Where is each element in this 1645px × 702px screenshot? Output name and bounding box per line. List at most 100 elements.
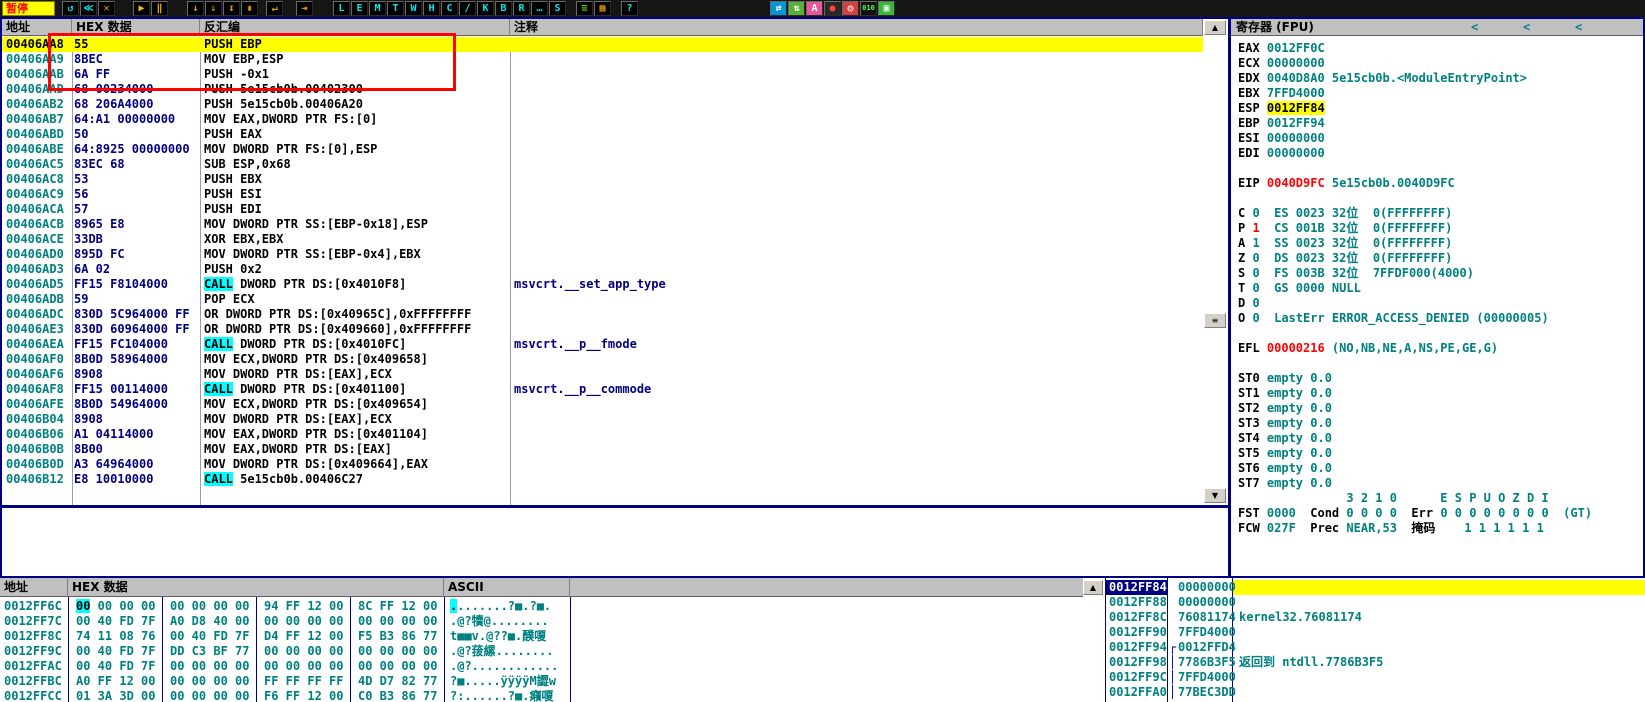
register-line[interactable]: ST3 empty 0.0 (1238, 416, 1332, 431)
memory-grid-icon[interactable]: ▦ (594, 1, 611, 16)
register-line[interactable]: ST6 empty 0.0 (1238, 461, 1332, 476)
register-line[interactable]: EIP 0040D9FC 5e15cb0b.0040D9FC (1238, 176, 1455, 191)
disasm-row[interactable]: 00406ACB 8965 E8 MOV DWORD PTR SS:[EBP-0x1… (2, 217, 1203, 232)
disasm-row[interactable]: 00406ACE 33DB XOR EBX,EBX (2, 232, 1203, 247)
register-line[interactable]: FCW 027F Prec NEAR,53 掩码 1 1 1 1 1 1 (1238, 521, 1544, 536)
disasm-row[interactable]: 00406ADC 830D 5C964000 FF OR DWORD PTR DS:… (2, 307, 1203, 322)
register-line[interactable]: P 1 CS 001B 32位 0(FFFFFFFF) (1238, 221, 1452, 236)
dump-row[interactable]: 0012FFAC 00 40 FD 7F 00 00 00 00 00 00 00 0… (0, 659, 1083, 674)
stack-row[interactable]: 0012FFA0 │ 77BEC3DD (1105, 685, 1645, 700)
help-icon[interactable]: ? (621, 1, 638, 16)
disasm-row[interactable]: 00406B04 8908 MOV DWORD PTR DS:[EAX],ECX (2, 412, 1203, 427)
register-line[interactable]: ESI 00000000 (1238, 131, 1325, 146)
collapse-arrow-icon[interactable]: < (1575, 20, 1582, 35)
source-window-icon[interactable]: S (549, 1, 566, 16)
pause-icon[interactable]: ‖ (151, 1, 168, 16)
disasm-row[interactable]: 00406B0D A3 64964000 MOV DWORD PTR DS:[0x4… (2, 457, 1203, 472)
register-line[interactable]: S 0 FS 003B 32位 7FFDF000(4000) (1238, 266, 1474, 281)
run-icon[interactable]: ▶ (133, 1, 150, 16)
run-trace-window-icon[interactable]: … (531, 1, 548, 16)
exec-till-return-icon[interactable]: ↵ (266, 1, 283, 16)
stack-row[interactable]: 0012FF88 00000000 (1105, 595, 1645, 610)
window-icon[interactable]: ▣ (878, 1, 895, 16)
register-line[interactable]: FST 0000 Cond 0 0 0 0 Err 0 0 0 0 0 0 0 … (1238, 506, 1592, 521)
register-line[interactable]: ESP 0012FF84 (1238, 101, 1325, 116)
animate-over-icon[interactable]: ⇟ (241, 1, 258, 16)
back-icon[interactable]: ≪ (80, 1, 97, 16)
windows-window-icon[interactable]: W (405, 1, 422, 16)
sort-updown-icon[interactable]: ⇅ (788, 1, 805, 16)
stack-row[interactable]: 0012FF90 7FFD4000 (1105, 625, 1645, 640)
register-line[interactable]: ECX 00000000 (1238, 56, 1325, 71)
registers-title[interactable]: 寄存器 (FPU) (1236, 19, 1314, 36)
disasm-row[interactable]: 00406ABD 50 PUSH EAX (2, 127, 1203, 142)
register-line[interactable]: ST5 empty 0.0 (1238, 446, 1332, 461)
disassembly-scrollbar[interactable]: ▲ ≡ ▼ (1203, 19, 1228, 505)
disasm-row[interactable]: 00406AF6 8908 MOV DWORD PTR DS:[EAX],ECX (2, 367, 1203, 382)
swap-panes-icon[interactable]: ⇄ (770, 1, 787, 16)
disasm-row[interactable]: 00406AA8 55 PUSH EBP (2, 37, 1203, 52)
register-line[interactable]: A 1 SS 0023 32位 0(FFFFFFFF) (1238, 236, 1452, 251)
record-icon[interactable]: ● (824, 1, 841, 16)
register-line[interactable]: O 0 LastErr ERROR_ACCESS_DENIED (0000000… (1238, 311, 1549, 326)
dump-row[interactable]: 0012FF9C 00 40 FD 7F DD C3 BF 77 00 00 00 0… (0, 644, 1083, 659)
disasm-row[interactable]: 00406AD5 FF15 F8104000 CALL DWORD PTR DS:[… (2, 277, 1203, 292)
stack-row[interactable]: 0012FF98 │ 7786B3F5 返回到 ntdll.7786B3F5 (1105, 655, 1645, 670)
register-line[interactable]: 3 2 1 0 E S P U O Z D I (1238, 491, 1548, 506)
threads-window-icon[interactable]: T (387, 1, 404, 16)
spiral-icon[interactable]: ◎ (842, 1, 859, 16)
register-line[interactable]: EDI 00000000 (1238, 146, 1325, 161)
scroll-up-icon[interactable]: ▲ (1083, 580, 1103, 595)
disasm-row[interactable]: 00406AD0 895D FC MOV DWORD PTR SS:[EBP-0x4… (2, 247, 1203, 262)
restart-icon[interactable]: ↺ (62, 1, 79, 16)
dump-row[interactable]: 0012FFBC A0 FF 12 00 00 00 00 00 FF FF FF F… (0, 674, 1083, 689)
stack-pane[interactable]: 0012FF84 00000000 0012FF88 00000000 0012FF8C… (1105, 578, 1645, 702)
stack-row[interactable]: 0012FF84 00000000 (1105, 580, 1645, 595)
memory-window-icon[interactable]: M (369, 1, 386, 16)
disasm-row[interactable]: 00406AC9 56 PUSH ESI (2, 187, 1203, 202)
memory-dump-pane[interactable]: 地址 HEX 数据 ASCII 0012FF6C 00 00 00 00 00 00… (0, 578, 1083, 702)
disasm-row[interactable]: 00406AB2 68 206A4000 PUSH 5e15cb0b.00406A2… (2, 97, 1203, 112)
log-window-icon[interactable]: L (333, 1, 350, 16)
dump-row[interactable]: 0012FF7C 00 40 FD 7F A0 D8 40 00 00 00 00 0… (0, 614, 1083, 629)
stack-scrollbar[interactable]: ▲ (1083, 578, 1105, 702)
disasm-row[interactable]: 00406AA9 8BEC MOV EBP,ESP (2, 52, 1203, 67)
disasm-row[interactable]: 00406ADB 59 POP ECX (2, 292, 1203, 307)
disasm-row[interactable]: 00406AAD 68 00234000 PUSH 5e15cb0b.0040230… (2, 82, 1203, 97)
scroll-down-icon[interactable]: ▼ (1204, 488, 1226, 503)
patches-window-icon[interactable]: / (459, 1, 476, 16)
disasm-row[interactable]: 00406ABE 64:8925 00000000 MOV DWORD PTR FS… (2, 142, 1203, 157)
handles-window-icon[interactable]: H (423, 1, 440, 16)
collapse-arrow-icon[interactable]: < (1471, 20, 1478, 35)
disasm-row[interactable]: 00406B06 A1 04114000 MOV EAX,DWORD PTR DS:… (2, 427, 1203, 442)
register-line[interactable]: ST4 empty 0.0 (1238, 431, 1332, 446)
disasm-row[interactable]: 00406AF8 FF15 00114000 CALL DWORD PTR DS:[… (2, 382, 1203, 397)
disasm-row[interactable]: 00406AEA FF15 FC104000 CALL DWORD PTR DS:[… (2, 337, 1203, 352)
disasm-row[interactable]: 00406AC5 83EC 68 SUB ESP,0x68 (2, 157, 1203, 172)
register-line[interactable]: Z 0 DS 0023 32位 0(FFFFFFFF) (1238, 251, 1452, 266)
assembler-icon[interactable]: A (806, 1, 823, 16)
disasm-row[interactable]: 00406B0B 8B00 MOV EAX,DWORD PTR DS:[EAX] (2, 442, 1203, 457)
disassembly-pane[interactable]: 地址 HEX 数据 反汇编 注释 00406AA8 55 PUSH EBP 00406… (2, 19, 1203, 505)
disasm-row[interactable]: 00406AD3 6A 02 PUSH 0x2 (2, 262, 1203, 277)
call-stack-window-icon[interactable]: K (477, 1, 494, 16)
step-into-icon[interactable]: ↓ (187, 1, 204, 16)
register-line[interactable]: EFL 00000216 (NO,NB,NE,A,NS,PE,GE,G) (1238, 341, 1498, 356)
register-line[interactable]: EAX 0012FF0C (1238, 41, 1325, 56)
register-line[interactable]: ST7 empty 0.0 (1238, 476, 1332, 491)
register-line[interactable]: ST0 empty 0.0 (1238, 371, 1332, 386)
references-window-icon[interactable]: R (513, 1, 530, 16)
register-line[interactable]: ST2 empty 0.0 (1238, 401, 1332, 416)
dump-row[interactable]: 0012FFCC 01 3A 3D 00 00 00 00 00 F6 FF 12 0… (0, 689, 1083, 702)
animate-into-icon[interactable]: ↧ (223, 1, 240, 16)
cpu-window-icon[interactable]: C (441, 1, 458, 16)
close-icon[interactable]: ✕ (98, 1, 115, 16)
scroll-thumb[interactable]: ≡ (1204, 313, 1226, 328)
disasm-row[interactable]: 00406AE3 830D 60964000 FF OR DWORD PTR DS:… (2, 322, 1203, 337)
disasm-row[interactable]: 00406ACA 57 PUSH EDI (2, 202, 1203, 217)
register-line[interactable]: ST1 empty 0.0 (1238, 386, 1332, 401)
executables-window-icon[interactable]: E (351, 1, 368, 16)
collapse-arrow-icon[interactable]: < (1523, 20, 1530, 35)
disasm-row[interactable]: 00406AF0 8B0D 58964000 MOV ECX,DWORD PTR D… (2, 352, 1203, 367)
stack-row[interactable]: 0012FF94 ┌ 0012FFD4 (1105, 640, 1645, 655)
